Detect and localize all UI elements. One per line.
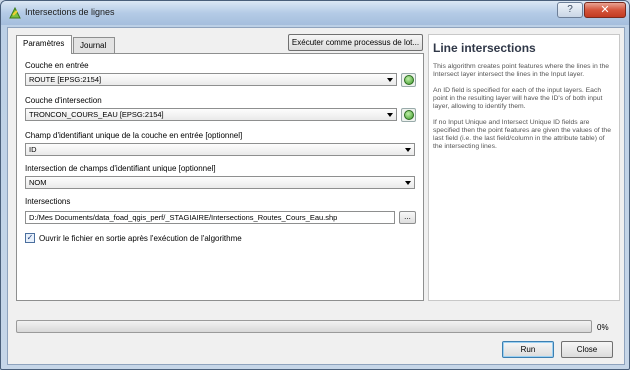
chevron-down-icon <box>387 78 393 82</box>
intersect-unique-id-value: NOM <box>29 178 47 187</box>
run-as-batch-button[interactable]: Exécuter comme processus de lot... <box>288 34 423 51</box>
input-unique-id-label: Champ d'identifiant unique de la couche … <box>25 131 243 140</box>
tab-parametres[interactable]: Paramètres <box>16 35 72 54</box>
progress-bar <box>16 320 592 333</box>
chevron-down-icon <box>387 113 393 117</box>
iterate-input-button[interactable] <box>401 73 416 87</box>
intersect-layer-combo[interactable]: TRONCON_COURS_EAU [EPSG:2154] <box>25 108 397 121</box>
help-paragraph: If no Input Unique and Intersect Unique … <box>433 119 611 150</box>
input-unique-id-combo[interactable]: ID <box>25 143 415 156</box>
help-paragraph: An ID field is specified for each of the… <box>433 87 603 110</box>
intersect-unique-id-label: Intersection de champs d'identifiant uni… <box>25 164 216 173</box>
help-pane: Line intersections This algorithm create… <box>428 34 620 301</box>
input-unique-id-value: ID <box>29 145 37 154</box>
iterate-icon <box>404 110 414 120</box>
output-label: Intersections <box>25 197 71 206</box>
browse-output-button[interactable]: ... <box>399 211 416 224</box>
chevron-down-icon <box>405 181 411 185</box>
intersect-layer-label: Couche d'intersection <box>25 96 102 105</box>
intersect-unique-id-combo[interactable]: NOM <box>25 176 415 189</box>
help-paragraph: This algorithm creates point features wh… <box>433 63 610 78</box>
input-layer-combo[interactable]: ROUTE [EPSG:2154] <box>25 73 397 86</box>
dialog-client-area: Paramètres Journal Exécuter comme proces… <box>7 27 625 365</box>
parameters-panel: Couche en entrée ROUTE [EPSG:2154] Couch… <box>16 53 424 301</box>
intersect-layer-value: TRONCON_COURS_EAU [EPSG:2154] <box>29 110 164 119</box>
tab-journal[interactable]: Journal <box>73 37 115 53</box>
output-path-input[interactable]: D:/Mes Documents/data_foad_qgis_perf/_ST… <box>25 211 395 224</box>
window-close-button[interactable]: ✕ <box>584 2 626 18</box>
run-button[interactable]: Run <box>502 341 554 358</box>
help-button[interactable]: ? <box>557 2 583 18</box>
iterate-intersect-button[interactable] <box>401 108 416 122</box>
help-title: Line intersections <box>433 41 536 55</box>
qgis-processing-icon <box>9 6 21 19</box>
dialog-window: Intersections de lignes ? ✕ Paramètres J… <box>0 0 630 370</box>
title-bar[interactable]: Intersections de lignes ? ✕ <box>1 1 629 25</box>
input-layer-label: Couche en entrée <box>25 61 89 70</box>
progress-percent: 0% <box>597 323 609 332</box>
open-after-checkbox[interactable]: ✓ <box>25 233 35 243</box>
input-layer-value: ROUTE [EPSG:2154] <box>29 75 102 84</box>
window-title: Intersections de lignes <box>25 7 115 17</box>
iterate-icon <box>404 75 414 85</box>
chevron-down-icon <box>405 148 411 152</box>
close-button[interactable]: Close <box>561 341 613 358</box>
open-after-label: Ouvrir le fichier en sortie après l'exéc… <box>39 234 242 243</box>
